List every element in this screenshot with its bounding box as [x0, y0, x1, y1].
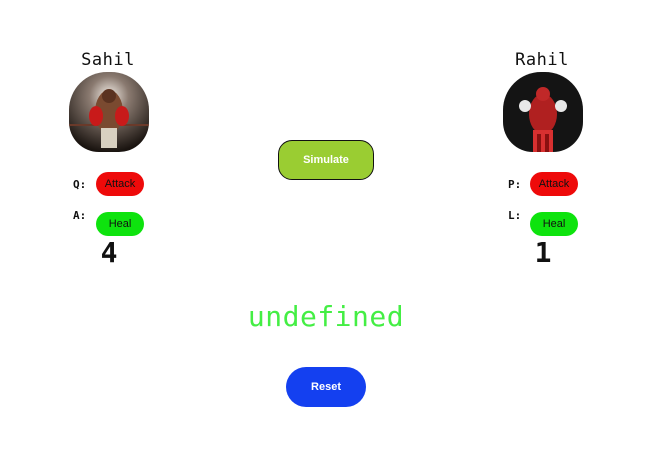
reset-button[interactable]: Reset	[286, 367, 366, 407]
game-stage: Sahil Q: Attack A: Heal 4 Simulate undef…	[0, 0, 661, 449]
player2-score: 1	[534, 236, 552, 269]
result-text: undefined	[247, 300, 405, 333]
player1-attack-key: Q:	[73, 178, 87, 191]
player2-attack-button[interactable]: Attack	[530, 172, 578, 196]
player1-boxer-image	[69, 72, 149, 152]
player1-name: Sahil	[81, 50, 135, 70]
player1-avatar	[69, 72, 149, 152]
player2-heal-key: L:	[508, 209, 522, 222]
player2-boxer-image	[503, 72, 583, 152]
player2-avatar	[503, 72, 583, 152]
player1-attack-button[interactable]: Attack	[96, 172, 144, 196]
player1-heal-key: A:	[73, 209, 87, 222]
simulate-button[interactable]: Simulate	[278, 140, 374, 180]
player2-name: Rahil	[515, 50, 569, 70]
player2-attack-key: P:	[508, 178, 522, 191]
player1-score: 4	[100, 236, 118, 269]
player1-heal-button[interactable]: Heal	[96, 212, 144, 236]
player2-heal-button[interactable]: Heal	[530, 212, 578, 236]
